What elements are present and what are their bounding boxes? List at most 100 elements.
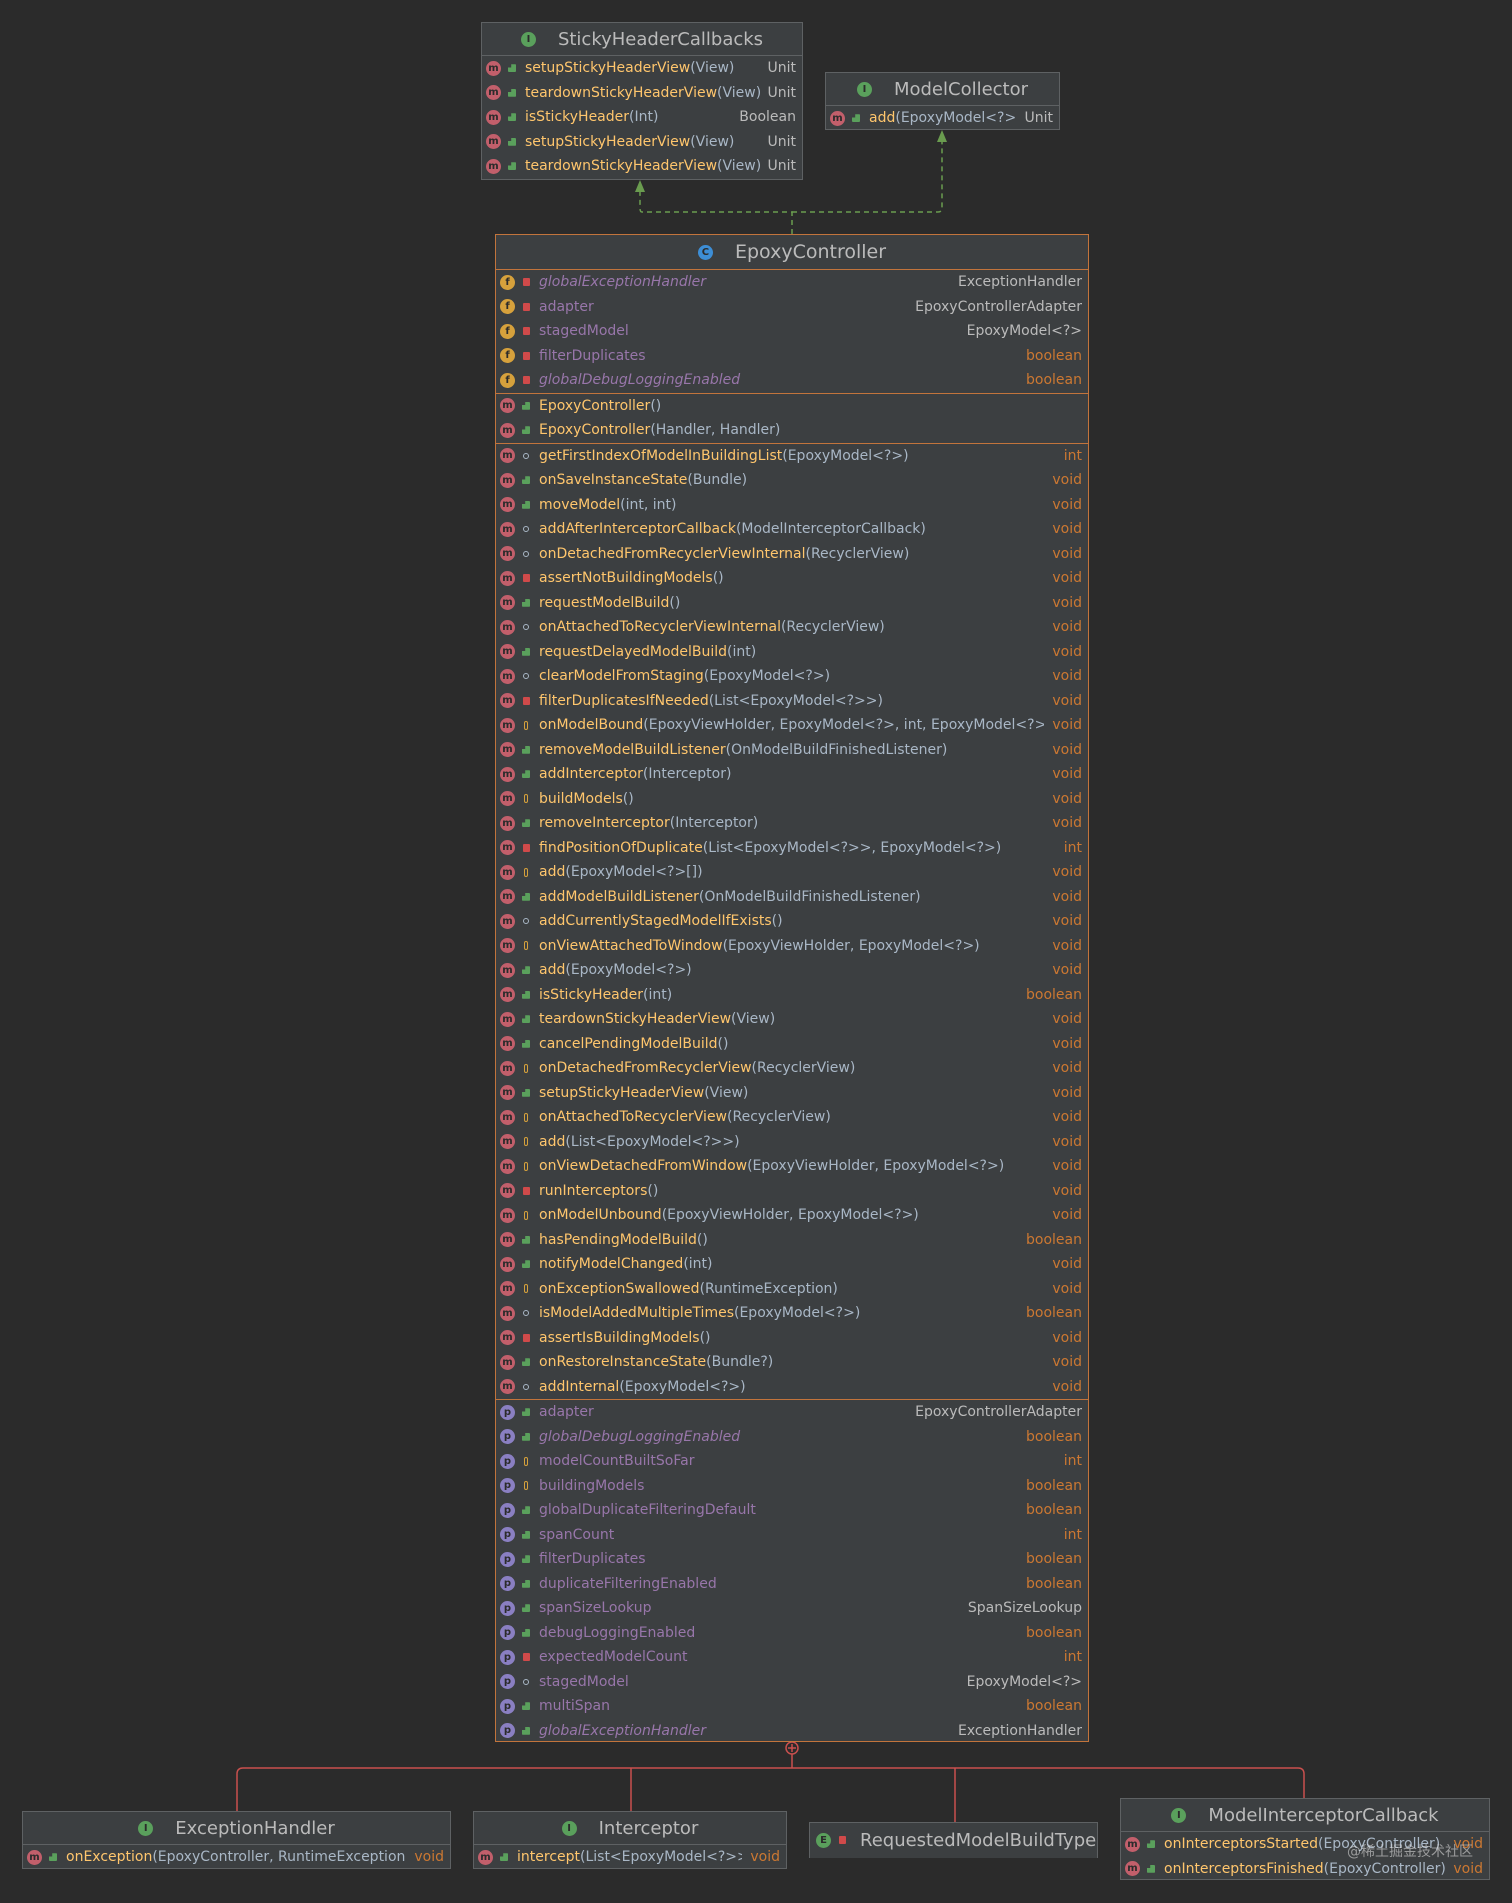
field-row[interactable]: f adapter EpoxyControllerAdapter xyxy=(496,295,1088,320)
method-row[interactable]: m onModelBound(EpoxyViewHolder, EpoxyMode… xyxy=(496,713,1088,738)
property-row[interactable]: p stagedModel EpoxyModel<?> xyxy=(496,1670,1088,1695)
method-signature: add(EpoxyModel<?>) xyxy=(869,110,1017,126)
method-row[interactable]: m addCurrentlyStagedModelIfExists() void xyxy=(496,909,1088,934)
method-row[interactable]: m add(EpoxyModel<?>) void xyxy=(496,958,1088,983)
property-row[interactable]: p expectedModelCount int xyxy=(496,1645,1088,1670)
method-row[interactable]: m requestDelayedModelBuild(int) void xyxy=(496,640,1088,665)
method-row[interactable]: m onViewAttachedToWindow(EpoxyViewHolder,… xyxy=(496,934,1088,959)
method-params: (int) xyxy=(727,643,757,660)
method-row[interactable]: m isStickyHeader(Int) Boolean xyxy=(482,105,802,130)
field-row[interactable]: f globalDebugLoggingEnabled boolean xyxy=(496,368,1088,393)
method-return-type: void xyxy=(1052,937,1082,954)
public-icon xyxy=(521,990,531,1000)
method-row[interactable]: m findPositionOfDuplicate(List<EpoxyModel… xyxy=(496,836,1088,861)
model-collector-box[interactable]: I ModelCollector m add(EpoxyModel<?>) Unit xyxy=(825,72,1060,130)
property-return-type: boolean xyxy=(1026,1698,1082,1715)
method-signature: onExceptionSwallowed(RuntimeException) xyxy=(539,1281,1044,1297)
method-row[interactable]: m teardownStickyHeaderView(View) void xyxy=(496,1007,1088,1032)
method-row[interactable]: m filterDuplicatesIfNeeded(List<EpoxyMode… xyxy=(496,689,1088,714)
sticky-header-callbacks-box[interactable]: I StickyHeaderCallbacks m setupStickyHeade… xyxy=(481,22,803,180)
field-row[interactable]: f stagedModel EpoxyModel<?> xyxy=(496,319,1088,344)
method-row[interactable]: m add(List<EpoxyModel<?>>) void xyxy=(496,1130,1088,1155)
property-icon: p xyxy=(500,1453,515,1469)
property-row[interactable]: p globalDebugLoggingEnabled boolean xyxy=(496,1425,1088,1450)
method-row[interactable]: m notifyModelChanged(int) void xyxy=(496,1252,1088,1277)
interceptor-box[interactable]: I Interceptor m intercept(List<EpoxyModel<… xyxy=(473,1811,787,1869)
method-icon: m xyxy=(500,398,515,414)
method-row[interactable]: m isStickyHeader(int) boolean xyxy=(496,983,1088,1008)
property-row[interactable]: p globalDuplicateFilteringDefault boolean xyxy=(496,1498,1088,1523)
method-icon: m xyxy=(500,619,515,635)
field-row[interactable]: f filterDuplicates boolean xyxy=(496,344,1088,369)
method-row[interactable]: m addAfterInterceptorCallback(ModelInterc… xyxy=(496,517,1088,542)
property-row[interactable]: p spanCount int xyxy=(496,1523,1088,1548)
method-params: () xyxy=(647,1182,659,1199)
method-row[interactable]: m onModelUnbound(EpoxyViewHolder, EpoxyMo… xyxy=(496,1203,1088,1228)
property-row[interactable]: p duplicateFilteringEnabled boolean xyxy=(496,1572,1088,1597)
method-row[interactable]: m removeInterceptor(Interceptor) void xyxy=(496,811,1088,836)
method-row[interactable]: m assertNotBuildingModels() void xyxy=(496,566,1088,591)
method-row[interactable]: m onAttachedToRecyclerViewInternal(Recycl… xyxy=(496,615,1088,640)
method-row[interactable]: m setupStickyHeaderView(View) void xyxy=(496,1081,1088,1106)
property-row[interactable]: p buildingModels boolean xyxy=(496,1474,1088,1499)
model-interceptor-callback-box[interactable]: I ModelInterceptorCallback m onInterceptor… xyxy=(1120,1798,1490,1880)
method-icon: m xyxy=(500,742,515,758)
ctor-row[interactable]: m EpoxyController(Handler, Handler) xyxy=(496,418,1088,443)
method-row[interactable]: m onDetachedFromRecyclerView(RecyclerView… xyxy=(496,1056,1088,1081)
method-row[interactable]: m onDetachedFromRecyclerViewInternal(Recy… xyxy=(496,542,1088,567)
method-name: add xyxy=(539,864,566,881)
method-row[interactable]: m removeModelBuildListener(OnModelBuildFi… xyxy=(496,738,1088,763)
method-return-type: void xyxy=(1052,1158,1082,1175)
requested-model-build-type-box[interactable]: E RequestedModelBuildType xyxy=(809,1822,1098,1858)
property-row[interactable]: p debugLoggingEnabled boolean xyxy=(496,1621,1088,1646)
method-name: onAttachedToRecyclerViewInternal xyxy=(539,619,781,636)
property-row[interactable]: p adapter EpoxyControllerAdapter xyxy=(496,1400,1088,1425)
property-row[interactable]: p globalExceptionHandler ExceptionHandler xyxy=(496,1719,1088,1744)
method-row[interactable]: m onExceptionSwallowed(RuntimeException) v… xyxy=(496,1277,1088,1302)
method-icon: m xyxy=(500,913,515,929)
method-row[interactable]: m getFirstIndexOfModelInBuildingList(Epox… xyxy=(496,444,1088,469)
method-row[interactable]: m setupStickyHeaderView(View) Unit xyxy=(482,130,802,155)
method-signature: clearModelFromStaging(EpoxyModel<?>) xyxy=(539,668,1044,684)
method-icon: m xyxy=(1125,1861,1140,1877)
method-row[interactable]: m teardownStickyHeaderView(View) Unit xyxy=(482,81,802,106)
method-row[interactable]: m addInternal(EpoxyModel<?>) void xyxy=(496,1375,1088,1400)
method-row[interactable]: m onAttachedToRecyclerView(RecyclerView) v… xyxy=(496,1105,1088,1130)
method-row[interactable]: m runInterceptors() void xyxy=(496,1179,1088,1204)
property-row[interactable]: p spanSizeLookup SpanSizeLookup xyxy=(496,1596,1088,1621)
method-row[interactable]: m onSaveInstanceState(Bundle) void xyxy=(496,468,1088,493)
exception-handler-box[interactable]: I ExceptionHandler m onException(EpoxyCont… xyxy=(22,1811,451,1869)
property-row[interactable]: p multiSpan boolean xyxy=(496,1694,1088,1719)
method-row[interactable]: m buildModels() void xyxy=(496,787,1088,812)
method-row[interactable]: m intercept(List<EpoxyModel<?>>) void xyxy=(474,1845,786,1870)
method-icon: m xyxy=(500,1207,515,1223)
method-row[interactable]: m addInterceptor(Interceptor) void xyxy=(496,762,1088,787)
method-row[interactable]: m setupStickyHeaderView(View) Unit xyxy=(482,56,802,81)
method-row[interactable]: m addModelBuildListener(OnModelBuildFinis… xyxy=(496,885,1088,910)
method-row[interactable]: m onRestoreInstanceState(Bundle?) void xyxy=(496,1350,1088,1375)
epoxy-controller-box[interactable]: C EpoxyController f globalExceptionHandler… xyxy=(495,234,1089,1742)
method-row[interactable]: m cancelPendingModelBuild() void xyxy=(496,1032,1088,1057)
field-row[interactable]: f globalExceptionHandler ExceptionHandler xyxy=(496,270,1088,295)
method-return-type: void xyxy=(1052,913,1082,930)
property-row[interactable]: p filterDuplicates boolean xyxy=(496,1547,1088,1572)
method-row[interactable]: m add(EpoxyModel<?>[]) void xyxy=(496,860,1088,885)
method-row[interactable]: m onViewDetachedFromWindow(EpoxyViewHolde… xyxy=(496,1154,1088,1179)
public-icon xyxy=(48,1852,58,1862)
method-name: teardownStickyHeaderView xyxy=(525,158,718,175)
property-row[interactable]: p modelCountBuiltSoFar int xyxy=(496,1449,1088,1474)
enum-icon: E xyxy=(816,1832,831,1848)
method-row[interactable]: m onException(EpoxyController, RuntimeExc… xyxy=(23,1845,450,1870)
implements-sticky-line xyxy=(639,186,793,234)
method-row[interactable]: m add(EpoxyModel<?>) Unit xyxy=(826,106,1059,131)
method-row[interactable]: m isModelAddedMultipleTimes(EpoxyModel<?>… xyxy=(496,1301,1088,1326)
method-params: (Interceptor) xyxy=(669,815,759,832)
method-row[interactable]: m moveModel(int, int) void xyxy=(496,493,1088,518)
ctor-row[interactable]: m EpoxyController() xyxy=(496,394,1088,419)
method-row[interactable]: m assertIsBuildingModels() void xyxy=(496,1326,1088,1351)
method-row[interactable]: m hasPendingModelBuild() boolean xyxy=(496,1228,1088,1253)
method-row[interactable]: m teardownStickyHeaderView(View) Unit xyxy=(482,154,802,179)
property-icon: p xyxy=(500,1674,515,1690)
method-row[interactable]: m requestModelBuild() void xyxy=(496,591,1088,616)
method-row[interactable]: m clearModelFromStaging(EpoxyModel<?>) voi… xyxy=(496,664,1088,689)
